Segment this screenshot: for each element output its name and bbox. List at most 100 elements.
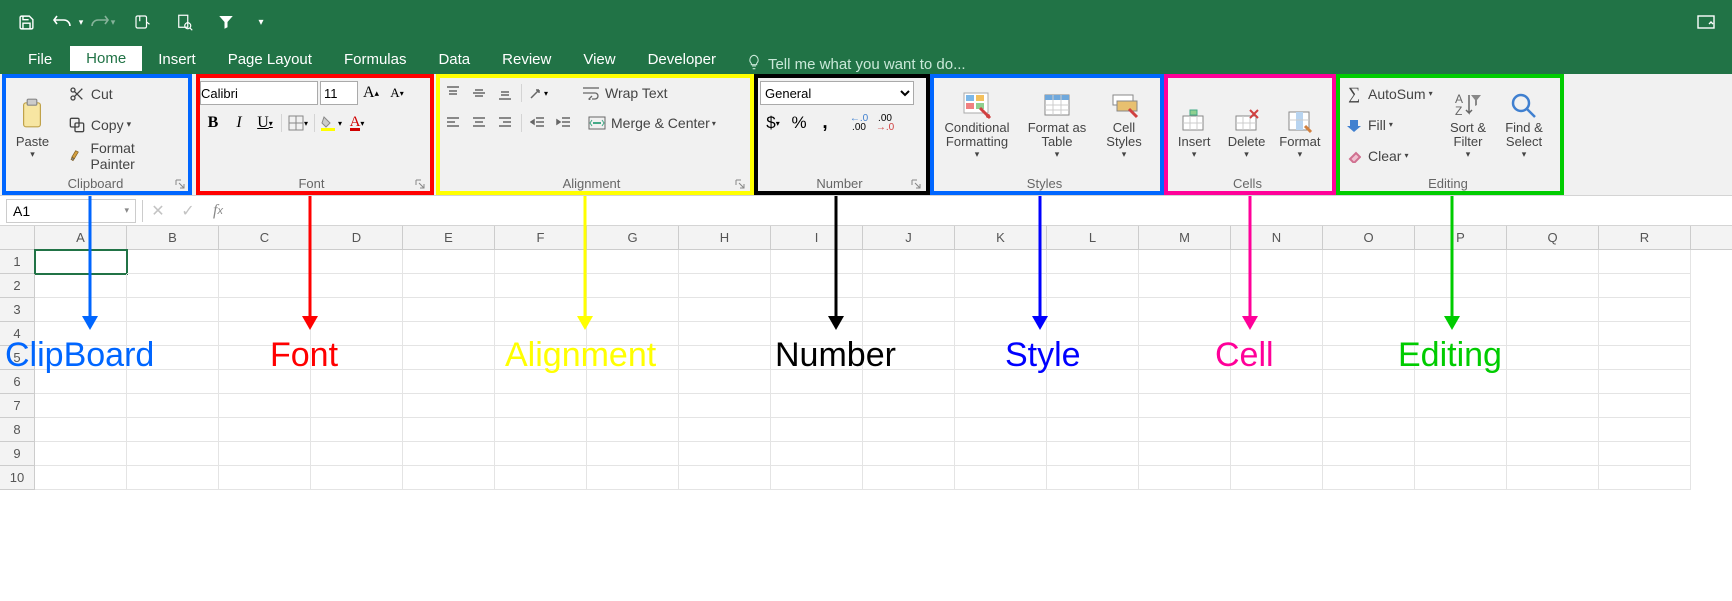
cell[interactable] <box>863 418 955 442</box>
column-header[interactable]: O <box>1323 226 1415 249</box>
cell[interactable] <box>1047 466 1139 490</box>
cell[interactable] <box>955 250 1047 274</box>
cell[interactable] <box>1599 394 1691 418</box>
cell[interactable] <box>1415 274 1507 298</box>
cell[interactable] <box>1047 394 1139 418</box>
cell[interactable] <box>955 418 1047 442</box>
cell[interactable] <box>587 322 679 346</box>
cell[interactable] <box>679 394 771 418</box>
wrap-text-button[interactable]: Wrap Text <box>577 80 707 106</box>
cell[interactable] <box>1231 466 1323 490</box>
grow-font-icon[interactable]: A▴ <box>358 80 384 106</box>
column-header[interactable]: A <box>35 226 127 249</box>
cell[interactable] <box>35 418 127 442</box>
row-header[interactable]: 9 <box>0 442 35 466</box>
cell[interactable] <box>35 466 127 490</box>
save-icon[interactable] <box>10 6 42 38</box>
cell[interactable] <box>311 442 403 466</box>
cell[interactable] <box>1507 394 1599 418</box>
cell[interactable] <box>771 394 863 418</box>
cell[interactable] <box>771 370 863 394</box>
cell[interactable] <box>219 394 311 418</box>
cell[interactable] <box>1507 274 1599 298</box>
dialog-launcher-icon[interactable] <box>173 178 187 192</box>
decrease-decimal-icon[interactable]: .00→.0 <box>872 110 898 136</box>
cell[interactable] <box>1323 250 1415 274</box>
comma-style-icon[interactable]: , <box>812 110 838 136</box>
cell[interactable] <box>127 466 219 490</box>
orientation-icon[interactable]: ▾ <box>525 80 551 106</box>
tab-file[interactable]: File <box>18 46 70 74</box>
column-header[interactable]: R <box>1599 226 1691 249</box>
undo-icon[interactable]: ▾ <box>52 6 84 38</box>
cell[interactable] <box>1139 418 1231 442</box>
cell[interactable] <box>495 322 587 346</box>
cell[interactable] <box>1415 370 1507 394</box>
cut-button[interactable]: Cut <box>63 81 185 107</box>
cell[interactable] <box>679 346 771 370</box>
cell[interactable] <box>311 418 403 442</box>
cell[interactable] <box>495 466 587 490</box>
cell[interactable] <box>771 250 863 274</box>
cell[interactable] <box>771 418 863 442</box>
cell[interactable] <box>219 418 311 442</box>
cell[interactable] <box>1415 466 1507 490</box>
cell[interactable] <box>955 394 1047 418</box>
cell[interactable] <box>127 322 219 346</box>
clear-button[interactable]: Clear▾ <box>1340 143 1440 169</box>
cell[interactable] <box>1415 418 1507 442</box>
cell[interactable] <box>1415 298 1507 322</box>
conditional-formatting-button[interactable]: Conditional Formatting▾ <box>934 78 1020 162</box>
align-center-icon[interactable] <box>466 110 492 136</box>
row-header[interactable]: 8 <box>0 418 35 442</box>
cell[interactable] <box>219 298 311 322</box>
cell[interactable] <box>863 298 955 322</box>
cell[interactable] <box>1507 370 1599 394</box>
cell[interactable] <box>403 370 495 394</box>
cell[interactable] <box>1599 346 1691 370</box>
cell[interactable] <box>587 346 679 370</box>
cell[interactable] <box>1415 250 1507 274</box>
cell[interactable] <box>35 274 127 298</box>
cell[interactable] <box>955 322 1047 346</box>
cell[interactable] <box>403 394 495 418</box>
cell[interactable] <box>1139 250 1231 274</box>
cell[interactable] <box>1507 442 1599 466</box>
cell[interactable] <box>679 442 771 466</box>
decrease-indent-icon[interactable] <box>525 110 551 136</box>
dialog-launcher-icon[interactable] <box>909 178 923 192</box>
cell[interactable] <box>1231 298 1323 322</box>
cell[interactable] <box>1231 346 1323 370</box>
cell[interactable] <box>495 442 587 466</box>
cell[interactable] <box>771 466 863 490</box>
cell[interactable] <box>1507 250 1599 274</box>
cell[interactable] <box>679 298 771 322</box>
border-icon[interactable]: ▾ <box>285 110 311 136</box>
cell[interactable] <box>1231 322 1323 346</box>
cell[interactable] <box>1507 322 1599 346</box>
column-header[interactable]: F <box>495 226 587 249</box>
cell[interactable] <box>403 418 495 442</box>
accounting-format-icon[interactable]: $▾ <box>760 110 786 136</box>
tab-data[interactable]: Data <box>422 46 486 74</box>
cell[interactable] <box>587 442 679 466</box>
column-header[interactable]: L <box>1047 226 1139 249</box>
cell[interactable] <box>587 466 679 490</box>
cell[interactable] <box>771 442 863 466</box>
cell[interactable] <box>35 322 127 346</box>
cell[interactable] <box>311 346 403 370</box>
cell[interactable] <box>1047 418 1139 442</box>
cell[interactable] <box>1047 274 1139 298</box>
merge-center-button[interactable]: Merge & Center▾ <box>583 110 733 136</box>
cell[interactable] <box>771 346 863 370</box>
fill-color-icon[interactable]: ▾ <box>318 110 344 136</box>
cell[interactable] <box>127 370 219 394</box>
dialog-launcher-icon[interactable] <box>733 178 747 192</box>
cell[interactable] <box>1323 346 1415 370</box>
cell[interactable] <box>311 370 403 394</box>
column-header[interactable]: D <box>311 226 403 249</box>
row-header[interactable]: 6 <box>0 370 35 394</box>
cell[interactable] <box>1415 346 1507 370</box>
cell[interactable] <box>587 274 679 298</box>
cell[interactable] <box>1231 418 1323 442</box>
